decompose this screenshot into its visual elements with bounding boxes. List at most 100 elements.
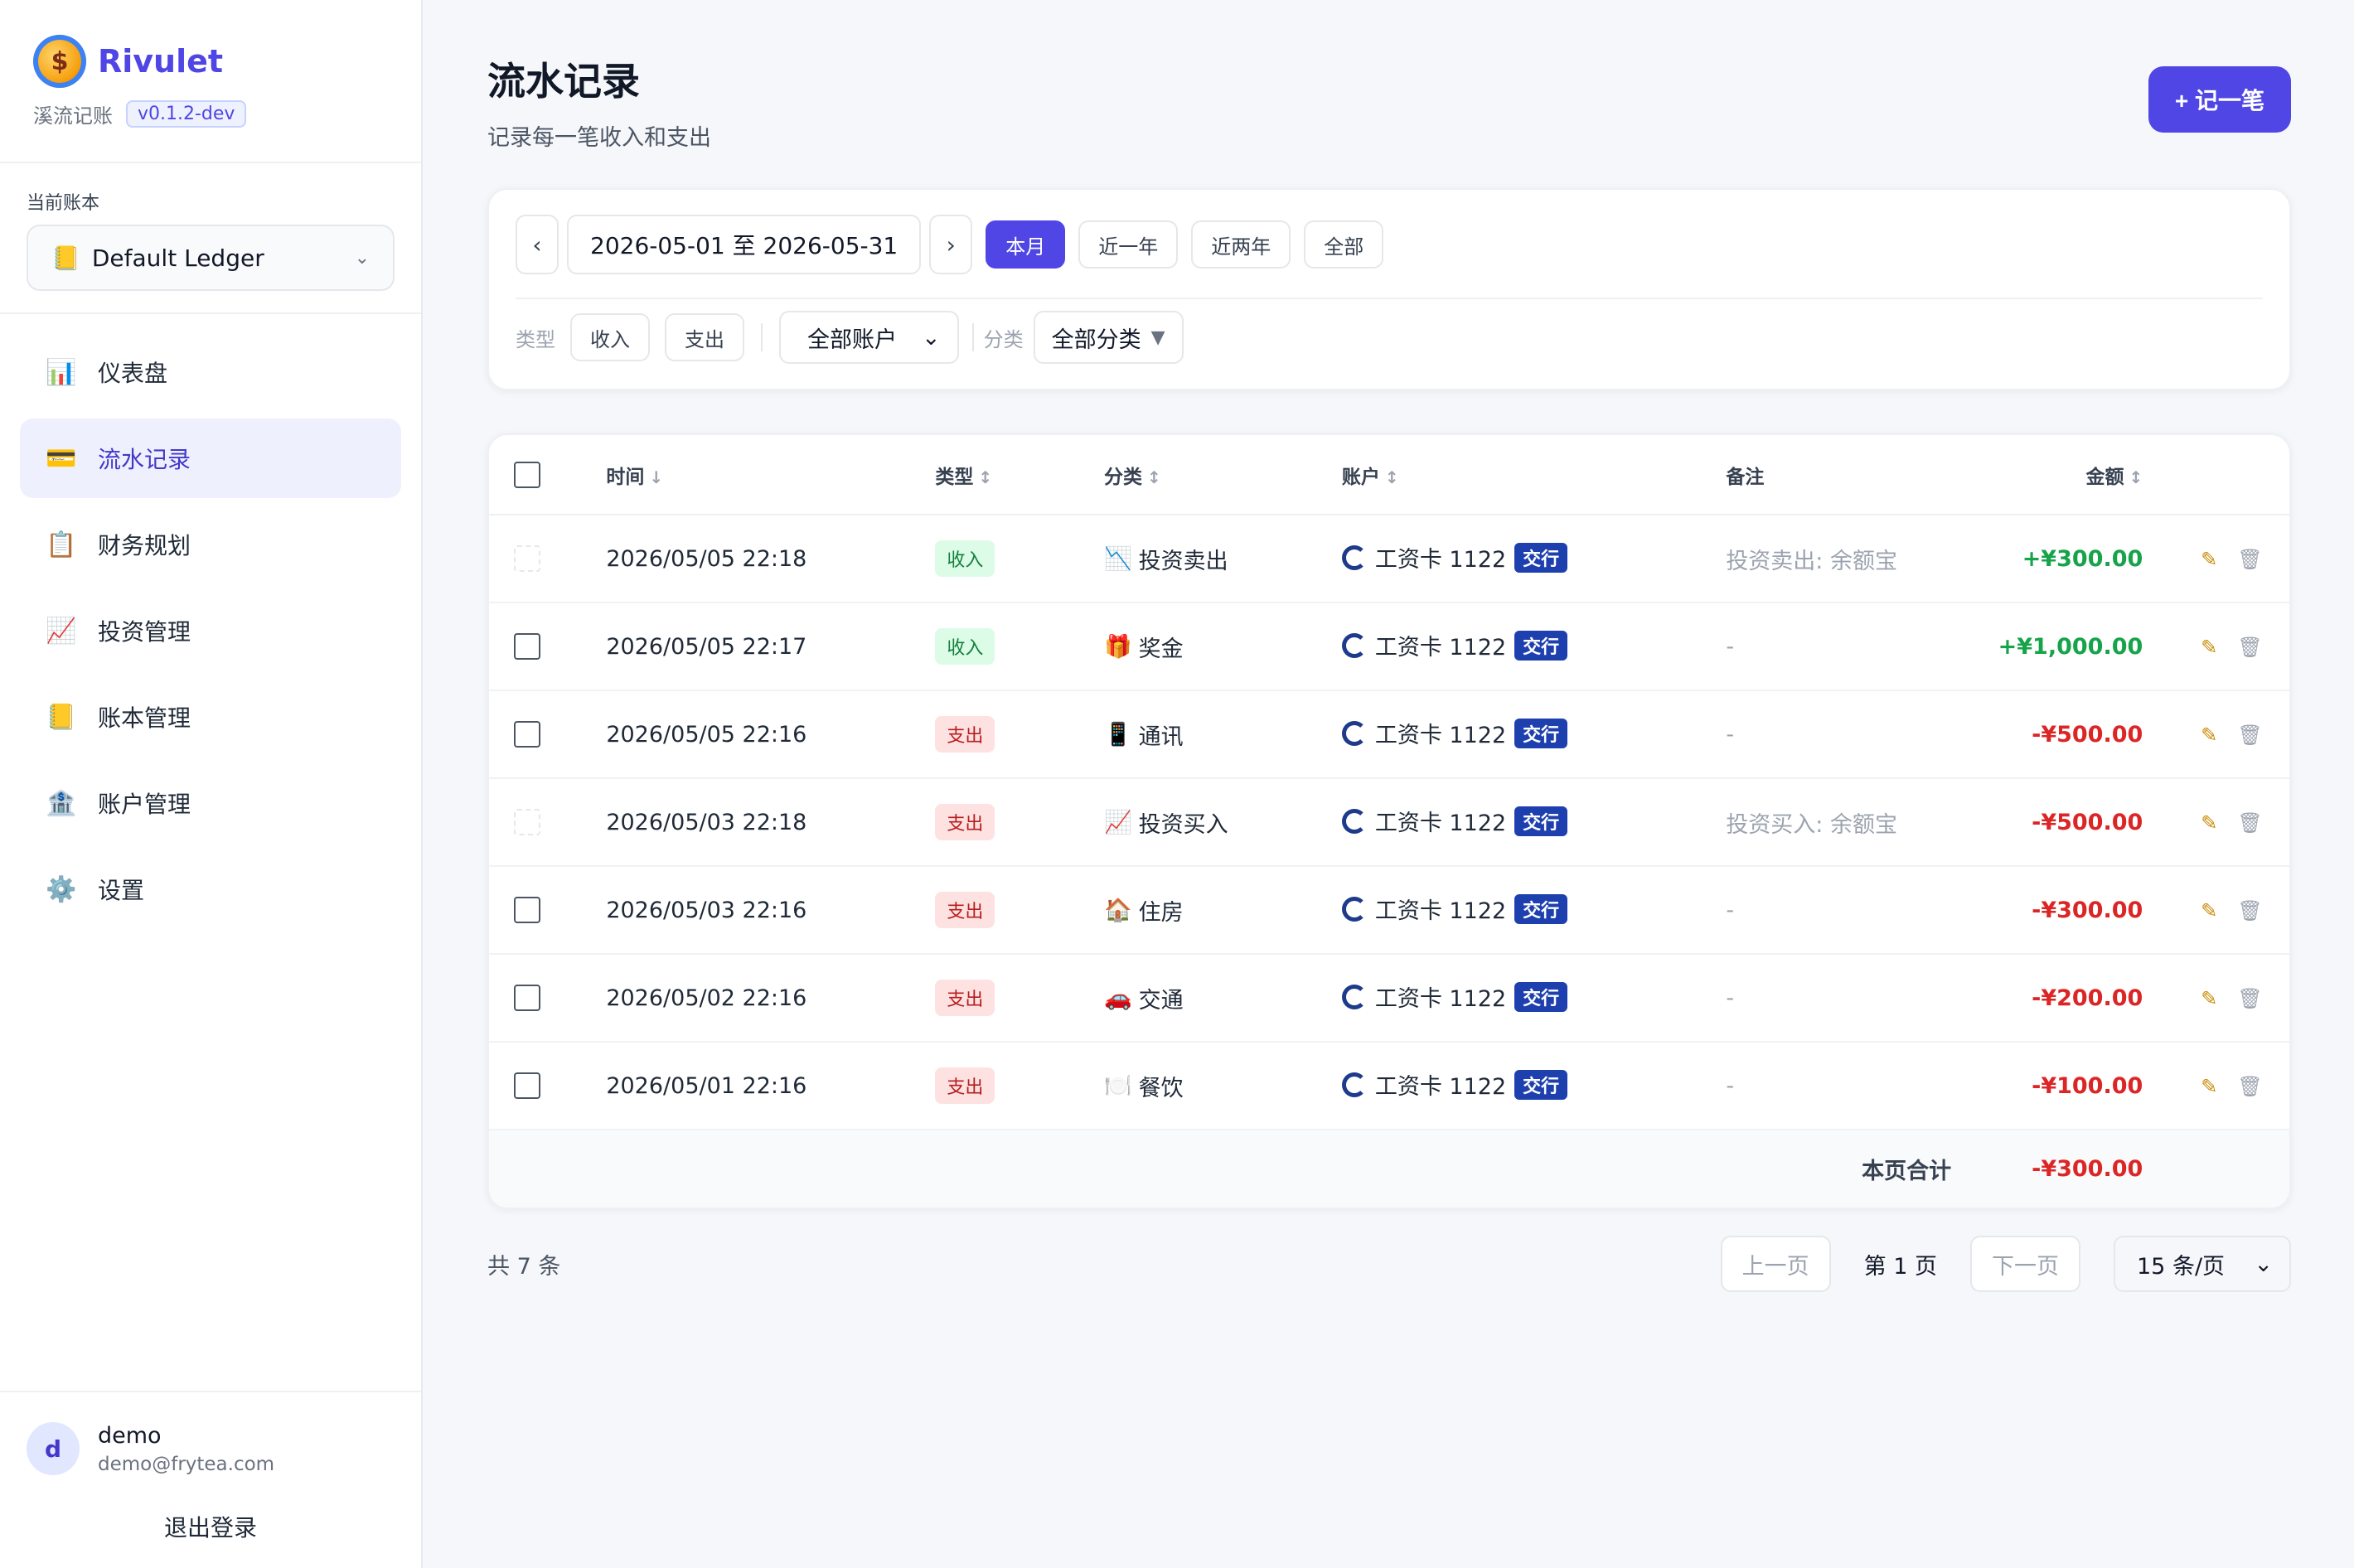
table-row[interactable]: 2026/05/03 22:16 支出 🏠 住房 工资卡 1122 交行 - -¥300.00…: [489, 866, 2289, 955]
edit-icon[interactable]: ✎: [2201, 548, 2217, 571]
trash-icon[interactable]: 🗑: [2237, 811, 2262, 835]
actions: ✎ 🗑: [2201, 811, 2263, 835]
sidebar-item-ledgers[interactable]: 📒 账本管理: [20, 677, 401, 757]
row-checkbox[interactable]: [514, 721, 540, 748]
row-actions: ✎ 🗑: [2143, 515, 2289, 603]
sidebar-item-planning[interactable]: 📋 财务规划: [20, 505, 401, 584]
header-type[interactable]: 类型 ↕: [935, 435, 1104, 515]
edit-icon[interactable]: ✎: [2201, 724, 2217, 747]
trash-icon[interactable]: 🗑: [2237, 636, 2262, 659]
row-type-cell: 收入: [935, 515, 1104, 603]
account-select-value: 全部账户: [807, 327, 897, 353]
trash-icon[interactable]: 🗑: [2237, 987, 2262, 1010]
header-actions: [2143, 435, 2289, 515]
header-amount[interactable]: 金额 ↕: [1984, 435, 2143, 515]
account: 工资卡 1122 交行: [1341, 805, 1568, 837]
account: 工资卡 1122 交行: [1341, 541, 1568, 573]
brand-row: $ Rivulet: [33, 35, 388, 88]
add-record-button[interactable]: + 记一笔: [2148, 66, 2291, 133]
row-time: 2026/05/05 22:17: [606, 603, 936, 691]
category-label: 投资卖出: [1138, 548, 1228, 574]
account: 工资卡 1122 交行: [1341, 629, 1568, 661]
row-select-cell: [489, 515, 607, 603]
divider: [971, 323, 974, 351]
pagination: 共 7 条 上一页 第 1 页 下一页 15 条/页 ⌄: [487, 1236, 2291, 1292]
table-row[interactable]: 2026/05/01 22:16 支出 🍽️ 餐饮 工资卡 1122 交行 - -¥100.0…: [489, 1042, 2289, 1130]
category-label: 投资买入: [1138, 811, 1228, 838]
table-row[interactable]: 2026/05/03 22:18 支出 📈 投资买入 工资卡 1122 交行 投资买入: 余…: [489, 778, 2289, 867]
row-account-cell: 工资卡 1122 交行: [1341, 515, 1727, 603]
category-select[interactable]: 全部分类 ▼: [1033, 311, 1184, 364]
trash-icon[interactable]: 🗑: [2237, 899, 2262, 922]
sidebar-item-investments[interactable]: 📈 投资管理: [20, 591, 401, 670]
version-badge: v0.1.2-dev: [126, 100, 247, 128]
sidebar-item-accounts[interactable]: 🏦 账户管理: [20, 763, 401, 843]
page-size-select[interactable]: 15 条/页 ⌄: [2114, 1236, 2291, 1292]
row-select-cell: [489, 603, 607, 691]
sidebar-item-transactions[interactable]: 💳 流水记录: [20, 419, 401, 498]
trash-icon[interactable]: 🗑: [2237, 1075, 2262, 1098]
header-time[interactable]: 时间 ↓: [606, 435, 936, 515]
sort-icon: ↕: [978, 467, 993, 487]
prev-period-button[interactable]: ‹: [516, 215, 559, 274]
range-this-month[interactable]: 本月: [986, 220, 1066, 269]
row-actions: ✎ 🗑: [2143, 778, 2289, 867]
header-category-label: 分类: [1104, 466, 1142, 488]
row-note: -: [1726, 866, 1985, 955]
edit-icon[interactable]: ✎: [2201, 811, 2217, 835]
table-row[interactable]: 2026/05/05 22:16 支出 📱 通讯 工资卡 1122 交行 - -¥500.00…: [489, 690, 2289, 779]
bank-tag: 交行: [1514, 981, 1568, 1012]
bank-logo-icon: [1341, 720, 1367, 746]
sidebar-item-settings[interactable]: ⚙️ 设置: [20, 849, 401, 929]
type-label: 类型: [516, 327, 555, 351]
header-time-label: 时间: [606, 466, 645, 488]
edit-icon[interactable]: ✎: [2201, 899, 2217, 922]
row-actions: ✎ 🗑: [2143, 690, 2289, 779]
next-page-button[interactable]: 下一页: [1970, 1236, 2080, 1292]
type-badge: 支出: [935, 804, 995, 840]
edit-icon[interactable]: ✎: [2201, 636, 2217, 659]
next-period-button[interactable]: ›: [929, 215, 973, 274]
credit-card-icon: 💳: [46, 443, 77, 473]
header-account[interactable]: 账户 ↕: [1341, 435, 1727, 515]
table-row[interactable]: 2026/05/05 22:17 收入 🎁 奖金 工资卡 1122 交行 - +¥1,000.…: [489, 603, 2289, 691]
type-income-chip[interactable]: 收入: [570, 313, 650, 361]
row-note: -: [1726, 954, 1985, 1043]
trash-icon[interactable]: 🗑: [2237, 724, 2262, 747]
edit-icon[interactable]: ✎: [2201, 1075, 2217, 1098]
footer-spacer: [2143, 1130, 2289, 1207]
account-select[interactable]: 全部账户 ⌄: [779, 311, 959, 364]
category-label: 住房: [1138, 899, 1184, 926]
range-last-two-years[interactable]: 近两年: [1191, 220, 1291, 269]
row-checkbox[interactable]: [514, 897, 540, 924]
prev-page-button[interactable]: 上一页: [1720, 1236, 1831, 1292]
actions: ✎ 🗑: [2201, 899, 2263, 922]
actions: ✎ 🗑: [2201, 548, 2263, 571]
bank-tag: 交行: [1514, 718, 1568, 748]
trash-icon[interactable]: 🗑: [2237, 548, 2262, 571]
row-type-cell: 收入: [935, 603, 1104, 691]
ledger-select[interactable]: 📒 Default Ledger ⌄: [27, 225, 395, 291]
date-range-input[interactable]: 2026-05-01 至 2026-05-31: [567, 215, 922, 274]
table-row[interactable]: 2026/05/05 22:18 收入 📉 投资卖出 工资卡 1122 交行 投资卖出: 余…: [489, 515, 2289, 603]
logout-button[interactable]: 退出登录: [27, 1510, 395, 1543]
row-amount: -¥200.00: [1984, 954, 2143, 1043]
row-checkbox[interactable]: [514, 1072, 540, 1100]
sidebar-item-dashboard[interactable]: 📊 仪表盘: [20, 332, 401, 412]
range-last-year[interactable]: 近一年: [1078, 220, 1179, 269]
table-row[interactable]: 2026/05/02 22:16 支出 🚗 交通 工资卡 1122 交行 - -¥200.00…: [489, 954, 2289, 1043]
header-category[interactable]: 分类 ↕: [1104, 435, 1342, 515]
range-all[interactable]: 全部: [1304, 220, 1384, 269]
pager-controls: 上一页 第 1 页 下一页 15 条/页 ⌄: [1720, 1236, 2291, 1292]
select-all-checkbox[interactable]: [514, 461, 540, 488]
type-expense-chip[interactable]: 支出: [665, 313, 744, 361]
account-label: 工资卡 1122: [1374, 1074, 1507, 1101]
row-checkbox[interactable]: [514, 633, 540, 661]
edit-icon[interactable]: ✎: [2201, 987, 2217, 1010]
brand: $ Rivulet 溪流记账 v0.1.2-dev: [0, 0, 421, 163]
header-note: 备注: [1726, 435, 1985, 515]
row-actions: ✎ 🗑: [2143, 954, 2289, 1043]
row-account-cell: 工资卡 1122 交行: [1341, 603, 1727, 691]
bank-logo-icon: [1341, 544, 1367, 570]
row-checkbox[interactable]: [514, 985, 540, 1012]
